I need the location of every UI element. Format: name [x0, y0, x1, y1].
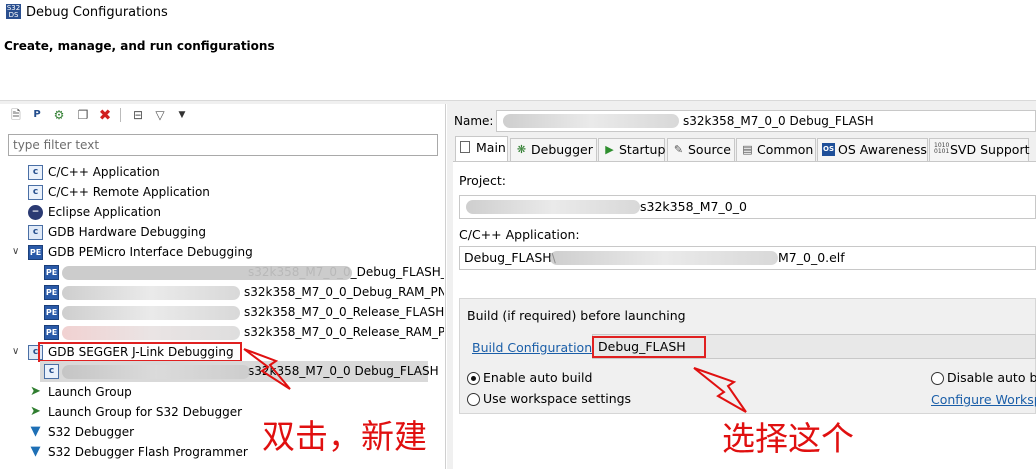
name-field[interactable]: s32k358_M7_0_0 Debug_FLASH	[496, 110, 1036, 132]
redacted-text	[62, 286, 240, 300]
window-title: Debug Configurations	[26, 5, 168, 20]
redacted-text	[62, 306, 240, 320]
gdb-icon: c	[28, 225, 43, 240]
tree-item-pemicro-release-ram[interactable]: PE s32k358_M7_0_0_Release_RAM_PI	[44, 322, 444, 342]
enable-auto-build-label: Enable auto build	[483, 370, 593, 385]
annotation-arrow-right	[693, 367, 747, 413]
annotation-arrow-left	[243, 348, 291, 390]
disable-auto-build-radio[interactable]	[931, 372, 944, 385]
chevron-down-icon[interactable]: ∨	[12, 342, 24, 362]
s32-debugger-icon: ▼	[30, 424, 41, 439]
pemicro-icon: PE	[44, 285, 59, 300]
enable-auto-build-radio[interactable]	[467, 372, 480, 385]
new-prototype-icon[interactable]: P	[29, 107, 45, 123]
pemicro-icon: PE	[44, 325, 59, 340]
disable-auto-build-label: Disable auto bu	[947, 370, 1036, 385]
annotation-right: 选择这个	[722, 419, 854, 458]
configure-workspace-link[interactable]: Configure Worksp	[931, 392, 1036, 407]
pemicro-icon: PE	[44, 305, 59, 320]
tab-source[interactable]: ✎ Source	[667, 138, 735, 161]
cpp-config-icon: c	[44, 364, 59, 379]
tree-item-pemicro-debug-flash[interactable]: PE s32k358_M7_0_0_Debug_FLASH_PI	[44, 262, 444, 282]
delete-icon[interactable]: ✖	[97, 107, 113, 123]
s32-flash-icon: ▼	[30, 444, 41, 459]
tree-item-pemicro-release-flash[interactable]: PE s32k358_M7_0_0_Release_FLASH_I	[44, 302, 444, 322]
cpp-config-icon: c	[28, 165, 43, 180]
toolbar-separator	[120, 108, 121, 122]
redacted-text	[503, 114, 679, 128]
build-configuration-link[interactable]: Build Configuration:	[472, 340, 596, 355]
build-configuration-value[interactable]: Debug_FLASH	[592, 336, 706, 358]
common-icon: ▤	[742, 143, 753, 156]
collapse-all-icon[interactable]: ⊟	[130, 107, 146, 123]
redacted-text	[62, 266, 352, 280]
pemicro-icon: PE	[44, 265, 59, 280]
cpp-application-label: C/C++ Application:	[459, 227, 580, 242]
pemicro-icon: PE	[28, 245, 43, 260]
tab-common[interactable]: ▤ Common	[736, 138, 816, 161]
filter-input[interactable]	[8, 134, 438, 156]
eclipse-icon: −	[28, 205, 43, 220]
svd-icon: 1010 0101	[934, 142, 950, 155]
cpp-application-field[interactable]: Debug_FLASH\ M7_0_0.elf	[459, 246, 1036, 270]
chevron-down-icon[interactable]: ▼	[174, 107, 190, 123]
annotation-left: 双击，新建	[262, 417, 427, 456]
tree-item-pemicro-debug-ram[interactable]: PE s32k358_M7_0_0_Debug_RAM_PN	[44, 282, 444, 302]
main-icon	[460, 141, 470, 153]
tab-startup[interactable]: ▶ Startup	[598, 138, 665, 161]
redacted-text	[62, 365, 250, 379]
redacted-text	[466, 200, 640, 214]
build-group-title: Build (if required) before launching	[467, 308, 686, 323]
play-icon: ▶	[605, 143, 614, 156]
chevron-down-icon[interactable]: ∨	[12, 242, 24, 262]
filter-icon[interactable]: ▽	[152, 107, 168, 123]
project-label: Project:	[459, 173, 506, 188]
project-field[interactable]: s32k358_M7_0_0	[459, 195, 1036, 219]
tab-debugger[interactable]: ❋ Debugger	[510, 138, 597, 161]
page-title: Create, manage, and run configurations	[4, 39, 275, 53]
use-workspace-settings-label: Use workspace settings	[483, 391, 632, 406]
tab-main[interactable]: Main	[455, 136, 508, 162]
launch-group-icon: ➤	[30, 404, 41, 419]
os-icon: OS	[822, 143, 835, 156]
export-icon[interactable]: ⚙	[51, 107, 67, 123]
bug-icon: ❋	[516, 143, 527, 156]
redacted-text	[62, 326, 240, 340]
launch-group-icon: ➤	[30, 384, 41, 399]
highlight-box	[38, 342, 242, 362]
tab-svd-support[interactable]: 1010 0101 SVD Support	[929, 138, 1030, 161]
app-logo-icon: S32 DS	[6, 4, 21, 19]
header-area	[0, 26, 1036, 100]
cpp-config-icon: c	[28, 185, 43, 200]
tree-item-segger-debug-flash[interactable]: c s32k358_M7_0_0 Debug_FLASH	[44, 361, 439, 381]
source-icon: ✎	[673, 143, 684, 156]
redacted-text	[550, 251, 778, 265]
name-label: Name:	[454, 114, 494, 128]
tab-os-awareness[interactable]: OS OS Awareness	[817, 138, 928, 161]
duplicate-icon[interactable]: ❐	[75, 107, 91, 123]
use-workspace-settings-radio[interactable]	[467, 393, 480, 406]
new-config-icon[interactable]: 🗎	[8, 107, 24, 123]
